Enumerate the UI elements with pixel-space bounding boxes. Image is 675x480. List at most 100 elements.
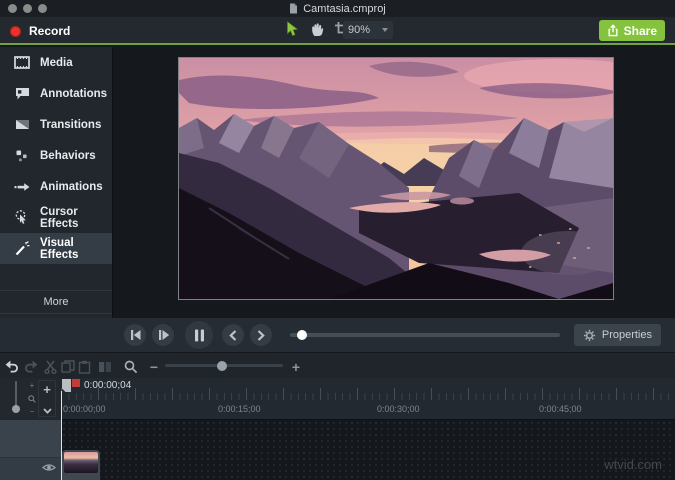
chevron-right-icon (257, 329, 265, 341)
arrow-right-icon (13, 179, 31, 195)
ruler-label: 0:00:15;00 (218, 404, 261, 414)
sidebar-more-button[interactable]: More (0, 290, 112, 314)
chevron-left-icon (229, 329, 237, 341)
ruler-label: 0:00:30;00 (377, 404, 420, 414)
track-visibility-toggle[interactable] (42, 462, 56, 473)
sidebar-item-animations[interactable]: Animations (0, 171, 112, 202)
sidebar-item-annotations[interactable]: Annotations (0, 78, 112, 109)
copy-icon (61, 360, 75, 373)
copy-button[interactable] (60, 359, 76, 374)
zoom-in-button[interactable]: + (288, 359, 304, 374)
sidebar-item-cursor-effects[interactable]: Cursor Effects (0, 202, 112, 233)
sidebar-item-visual-effects[interactable]: Visual Effects (0, 233, 112, 264)
track-height-slider[interactable] (15, 381, 17, 407)
document-icon (289, 3, 298, 14)
track-buttons: + (38, 380, 56, 417)
sunset-mountain-image (179, 58, 613, 299)
seek-slider[interactable] (290, 330, 560, 340)
split-icon (99, 361, 111, 372)
timeline-toolbar: − + (0, 352, 675, 378)
hand-icon (310, 22, 324, 37)
split-button[interactable] (97, 359, 113, 374)
eye-icon (42, 464, 56, 471)
properties-button[interactable]: Properties (573, 324, 661, 346)
share-button[interactable]: Share (598, 20, 665, 41)
sidebar-item-label: Behaviors (40, 149, 96, 162)
close-button[interactable] (8, 4, 17, 13)
transition-icon (13, 117, 31, 133)
mini-zoom-out[interactable]: − (30, 408, 35, 416)
speech-bubble-icon (13, 86, 31, 102)
magic-wand-icon (13, 241, 31, 257)
filmstrip-icon (13, 55, 31, 71)
step-forward-button[interactable] (152, 324, 174, 346)
cursor-icon (286, 21, 299, 37)
chevron-down-icon (43, 408, 52, 414)
sidebar-item-label: Animations (40, 180, 103, 193)
zoom-timeline-button[interactable] (123, 359, 139, 374)
mini-zoom-widget: + − (27, 380, 37, 418)
pause-button[interactable] (185, 321, 213, 349)
cursor-circle-icon (13, 210, 31, 226)
clipboard-icon (78, 360, 90, 374)
mini-magnifier-icon (28, 395, 36, 403)
canvas-zoom-dropdown[interactable]: 90% (343, 21, 393, 39)
scissors-icon (43, 360, 57, 374)
previous-button[interactable] (222, 324, 244, 346)
add-track-button[interactable]: + (39, 382, 55, 398)
ruler-label: 0:00:45;00 (539, 404, 582, 414)
paste-button[interactable] (76, 359, 92, 374)
zoom-out-button[interactable]: − (146, 359, 162, 374)
bouncing-dots-icon (13, 148, 31, 164)
record-button[interactable]: Record (10, 21, 70, 41)
title-bar: Camtasia.cmproj (0, 0, 675, 17)
ruler-major-ticks (61, 388, 675, 400)
sidebar-item-label: Transitions (40, 118, 102, 131)
zoom-window-button[interactable] (38, 4, 47, 13)
track-header (0, 420, 61, 480)
properties-label: Properties (601, 329, 652, 341)
playhead-marker[interactable] (62, 379, 82, 392)
canvas-stage (114, 47, 675, 318)
sidebar-item-transitions[interactable]: Transitions (0, 109, 112, 140)
track-lane[interactable] (61, 420, 675, 480)
toolbar: Record 90% Share (0, 17, 675, 45)
timeline-ruler-row: + − + 0:00:00;00 0:00:15;00 0:00:30;00 0… (0, 378, 675, 420)
redo-button[interactable] (22, 359, 38, 374)
minimize-button[interactable] (23, 4, 32, 13)
sidebar-item-label: Cursor Effects (40, 205, 79, 230)
redo-icon (24, 360, 37, 373)
timeline-zoom-handle[interactable] (217, 360, 227, 371)
undo-icon (5, 360, 18, 373)
step-back-icon (130, 330, 140, 340)
mini-zoom-in[interactable]: + (30, 382, 35, 390)
timeline-ruler[interactable]: 0:00:00;00 0:00:15;00 0:00:30;00 0:00:45… (61, 378, 675, 420)
timeline-zoom-slider[interactable] (165, 360, 283, 371)
timeline-tracks (0, 420, 675, 480)
playhead-line[interactable] (61, 391, 62, 480)
window-title: Camtasia.cmproj (303, 2, 386, 15)
cut-button[interactable] (42, 359, 58, 374)
step-forward-icon (158, 330, 169, 340)
seek-track[interactable] (290, 333, 560, 337)
media-clip[interactable] (62, 450, 100, 480)
track-height-handle[interactable] (12, 405, 20, 413)
sidebar: Media Annotations Transitions Behaviors (0, 47, 113, 318)
video-preview[interactable] (178, 57, 614, 300)
share-label: Share (623, 23, 657, 38)
track-options-button[interactable] (43, 408, 52, 414)
pan-tool-button[interactable] (308, 20, 326, 38)
chevron-down-icon (382, 28, 388, 32)
next-button[interactable] (250, 324, 272, 346)
step-back-button[interactable] (124, 324, 146, 346)
undo-button[interactable] (4, 359, 20, 374)
track-controls: + − + (0, 378, 61, 420)
magnifier-icon (124, 360, 138, 373)
seek-handle[interactable] (297, 330, 307, 340)
select-tool-button[interactable] (283, 20, 301, 38)
watermark: wtvid.com (604, 457, 662, 472)
clip-thumbnail (64, 452, 98, 473)
sidebar-item-media[interactable]: Media (0, 47, 112, 78)
sidebar-item-behaviors[interactable]: Behaviors (0, 140, 112, 171)
share-icon (607, 24, 619, 37)
